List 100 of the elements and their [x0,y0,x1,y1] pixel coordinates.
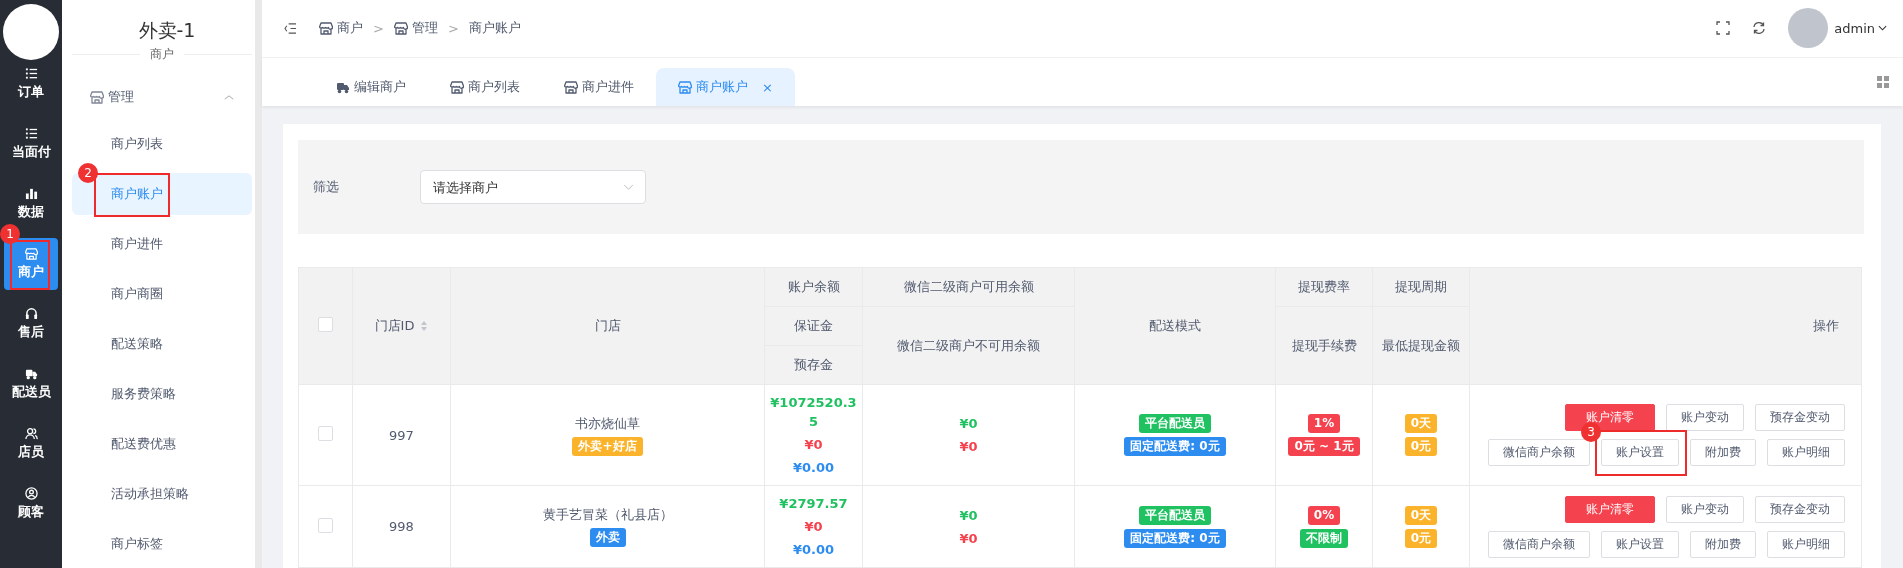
breadcrumb-link[interactable]: 管理 [411,19,438,38]
truck-icon [336,80,350,94]
amount: ¥0.00 [792,459,835,477]
amount: ¥2797.57 [779,495,848,513]
table-cell: 997 [352,384,451,486]
column-header: 操作 [1469,267,1862,385]
status-tag: 平台配送员 [1139,414,1211,433]
checkbox[interactable] [318,426,333,441]
column-header: 门店 [450,267,765,385]
action-button[interactable]: 账户变动 [1666,404,1744,431]
column-header: 提现手续费 [1275,306,1373,385]
action-button[interactable]: 微信商户余额 [1488,439,1590,466]
column-header: 提现费率 [1275,267,1373,307]
column-header: 门店ID [374,317,415,335]
user-menu[interactable]: admin [1834,20,1887,36]
menu-item[interactable]: 服务费策略 [72,373,252,415]
status-tag: 0元 [1404,528,1438,548]
grid-icon[interactable] [1877,75,1889,88]
status-tag: 平台配送员 [1139,505,1211,525]
user-avatar[interactable] [1788,8,1829,49]
menu-item[interactable]: 商户标签 [72,523,252,565]
tab[interactable]: 编辑商户 [314,68,428,106]
action-button[interactable]: 附加费 [1690,439,1756,466]
nav-item[interactable]: 当面付 [4,118,58,170]
fullscreen-icon[interactable] [1716,21,1731,36]
action-button[interactable]: 账户设置 [1601,439,1679,466]
sort-icon[interactable] [420,320,429,332]
action-button[interactable]: 账户变动 [1666,495,1744,523]
action-button[interactable]: 账户清零 [1565,495,1655,523]
shop-icon [319,21,333,36]
status-tag: 固定配送费: 0元 [1124,528,1226,548]
nav-item[interactable]: 顾客 [4,478,58,530]
callout-badge: 1 [0,224,20,244]
action-button[interactable]: 附加费 [1690,530,1756,558]
amount: ¥0 [959,415,978,433]
breadcrumb-link[interactable]: 商户 [337,19,363,38]
highlight-frame [10,240,50,290]
filter-label: 筛选 [313,178,340,196]
callout-badge: 3 [1581,422,1601,442]
breadcrumb-separator: > [447,20,459,36]
store-name: 书亦烧仙草 [575,414,640,433]
action-button[interactable]: 账户设置 [1601,530,1679,558]
status-tag: 0元 ~ 1元 [1288,437,1360,456]
tab[interactable]: 商户列表 [428,68,542,106]
breadcrumb-separator: > [373,20,384,36]
truck-icon [24,367,38,380]
store-tag: 外卖+好店 [572,436,643,456]
people-icon [24,427,38,440]
store-tag: 外卖 [589,528,626,547]
status-tag: 0天 [1404,414,1438,433]
shop-icon [564,80,578,94]
menu-item[interactable]: 商户进件 [72,223,252,265]
amount: ¥0 [804,436,823,454]
menu-item[interactable]: 活动承担策略 [72,473,252,515]
column-header: 配送模式 [1074,267,1276,385]
nav-item[interactable]: 订单 [4,58,58,110]
shop-icon [24,247,38,260]
shop-icon [90,90,104,104]
nav-item[interactable]: 售后 [4,298,58,350]
status-tag: 0% [1307,505,1341,525]
menu-item[interactable]: 商户列表 [72,123,252,165]
menu-group[interactable]: 管理 [72,79,252,115]
nav-item[interactable]: 店员 [4,418,58,470]
checkbox[interactable] [318,317,333,332]
status-tag: 不限制 [1300,528,1348,548]
caret-icon [1878,25,1887,32]
column-header: 微信二级商户可用余额 [862,267,1075,307]
store-name: 黄手艺冒菜（礼县店） [542,506,673,524]
column-header: 保证金 [764,306,863,346]
list-icon [24,127,38,140]
scrollbar[interactable] [255,0,262,568]
action-button[interactable]: 账户明细 [1767,530,1845,558]
menu-item[interactable]: 商户商圈 [72,273,252,315]
section-subtitle: 商户 [150,46,174,63]
nav-item[interactable]: 配送员 [4,358,58,410]
table-cell: 998 [352,485,451,568]
tab[interactable]: 商户进件 [542,68,656,106]
refresh-icon[interactable] [1752,21,1767,36]
bar-chart-icon [24,187,38,200]
amount: ¥0 [959,529,978,548]
callout-badge: 2 [78,163,98,183]
shop-icon [450,80,464,94]
merchant-select[interactable]: 请选择商户 [420,170,646,204]
caret-icon [623,184,634,191]
status-tag: 0天 [1404,505,1438,525]
action-button[interactable]: 预存金变动 [1755,495,1845,523]
action-button[interactable]: 微信商户余额 [1488,530,1590,558]
column-header: 最低提现金额 [1372,306,1470,385]
user-circle-icon [24,487,38,500]
menu-item[interactable]: 配送策略 [72,323,252,365]
headset-icon [24,307,38,320]
status-tag: 0元 [1404,437,1438,456]
column-header: 提现周期 [1372,267,1470,307]
menu-item[interactable]: 配送费优惠 [72,423,252,465]
action-button[interactable]: 账户明细 [1767,439,1845,466]
menu-collapse-icon[interactable] [284,22,297,34]
checkbox[interactable] [318,517,333,533]
amount: ¥0 [804,518,823,536]
column-header: 账户余额 [764,267,863,307]
action-button[interactable]: 预存金变动 [1755,404,1845,431]
